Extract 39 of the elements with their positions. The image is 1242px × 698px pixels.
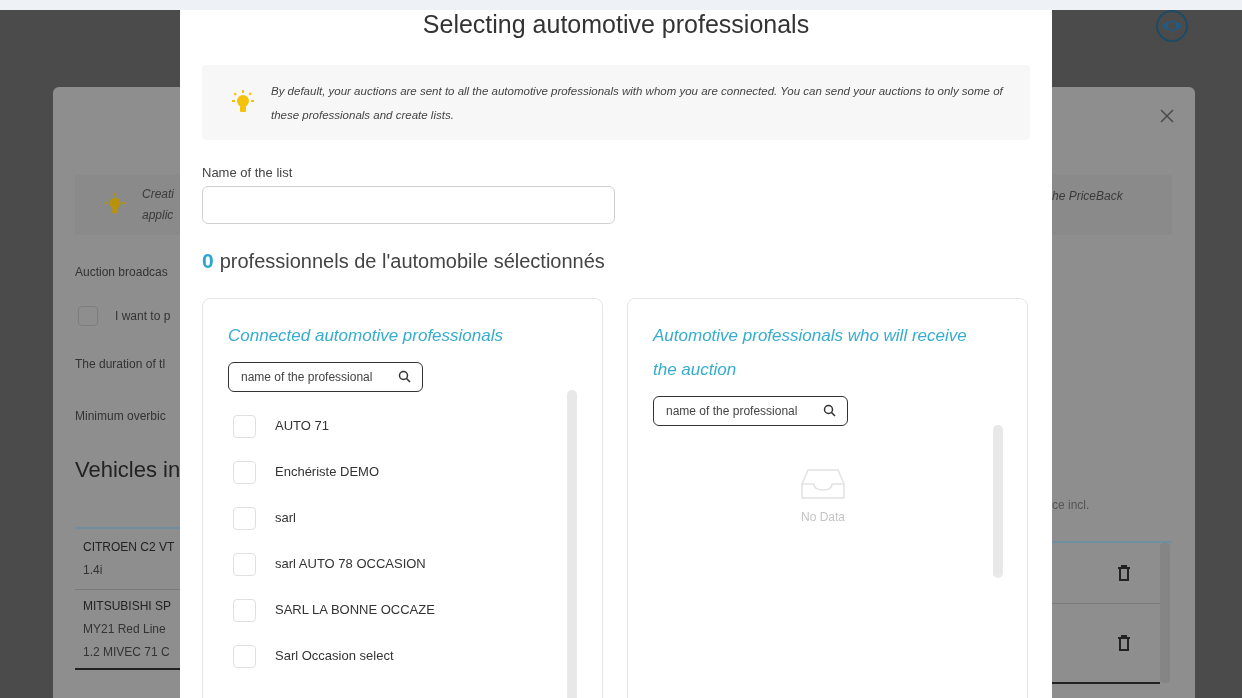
panel-title: Automotive professionals who will receive the auction bbox=[653, 325, 968, 381]
professional-name[interactable]: sarl AUTO 78 OCCASION bbox=[275, 554, 426, 574]
professional-name[interactable]: sarl bbox=[275, 508, 296, 528]
empty-inbox-icon bbox=[800, 466, 846, 502]
hint-text: he PriceBack bbox=[1052, 189, 1123, 203]
list-name-field[interactable] bbox=[202, 186, 615, 224]
trash-icon[interactable] bbox=[1117, 634, 1131, 652]
professional-name[interactable]: Enchériste DEMO bbox=[275, 462, 380, 482]
vehicle-text: CITROEN C2 VT bbox=[83, 539, 176, 556]
selected-label: professionnels de l'automobile sélectionnés bbox=[219, 249, 605, 274]
selected-count: 0 bbox=[202, 248, 214, 274]
dialog-title: Selecting automotive professionals bbox=[421, 10, 811, 38]
column-header: ce incl. bbox=[1052, 497, 1091, 513]
eye-icon[interactable] bbox=[1155, 9, 1189, 43]
field-label: Minimum overbic bbox=[75, 408, 167, 424]
hint-text: applic bbox=[142, 207, 174, 224]
checkbox-label: I want to p bbox=[115, 308, 171, 325]
section-title: Vehicles in bbox=[75, 457, 180, 483]
close-icon[interactable] bbox=[1160, 109, 1174, 123]
empty-text: No Data bbox=[801, 509, 845, 526]
vehicle-text: 1.2 MIVEC 71 C bbox=[83, 643, 171, 661]
search-icon[interactable] bbox=[823, 404, 836, 417]
search-icon[interactable] bbox=[398, 370, 411, 383]
professional-name[interactable]: AUTO 71 bbox=[275, 416, 329, 436]
field-label: Auction broadcas bbox=[75, 264, 169, 280]
search-field[interactable]: name of the professional bbox=[228, 362, 423, 392]
field-label: Name of the list bbox=[202, 165, 294, 181]
trash-icon[interactable] bbox=[1117, 564, 1131, 582]
vehicle-text: 1.4i bbox=[83, 562, 104, 579]
professional-name[interactable]: SARL LA BONNE OCCAZE bbox=[275, 600, 435, 620]
scrollbar[interactable] bbox=[1160, 543, 1170, 683]
vehicle-text: MY21 Red Line bbox=[83, 620, 167, 638]
info-text: By default, your auctions are sent to all the automotive professionals with whom you are connected. You can send your auctions to only some of these professionals and create lists. bbox=[271, 83, 1005, 123]
vehicle-text: MITSUBISHI SP bbox=[83, 597, 172, 615]
search-field[interactable]: name of the professional bbox=[653, 396, 848, 426]
panel-title: Connected automotive professionals bbox=[228, 325, 504, 347]
field-label: The duration of tl bbox=[75, 356, 167, 372]
hint-text: Creati bbox=[142, 186, 174, 203]
professional-name[interactable]: Sarl Occasion select bbox=[275, 646, 394, 666]
